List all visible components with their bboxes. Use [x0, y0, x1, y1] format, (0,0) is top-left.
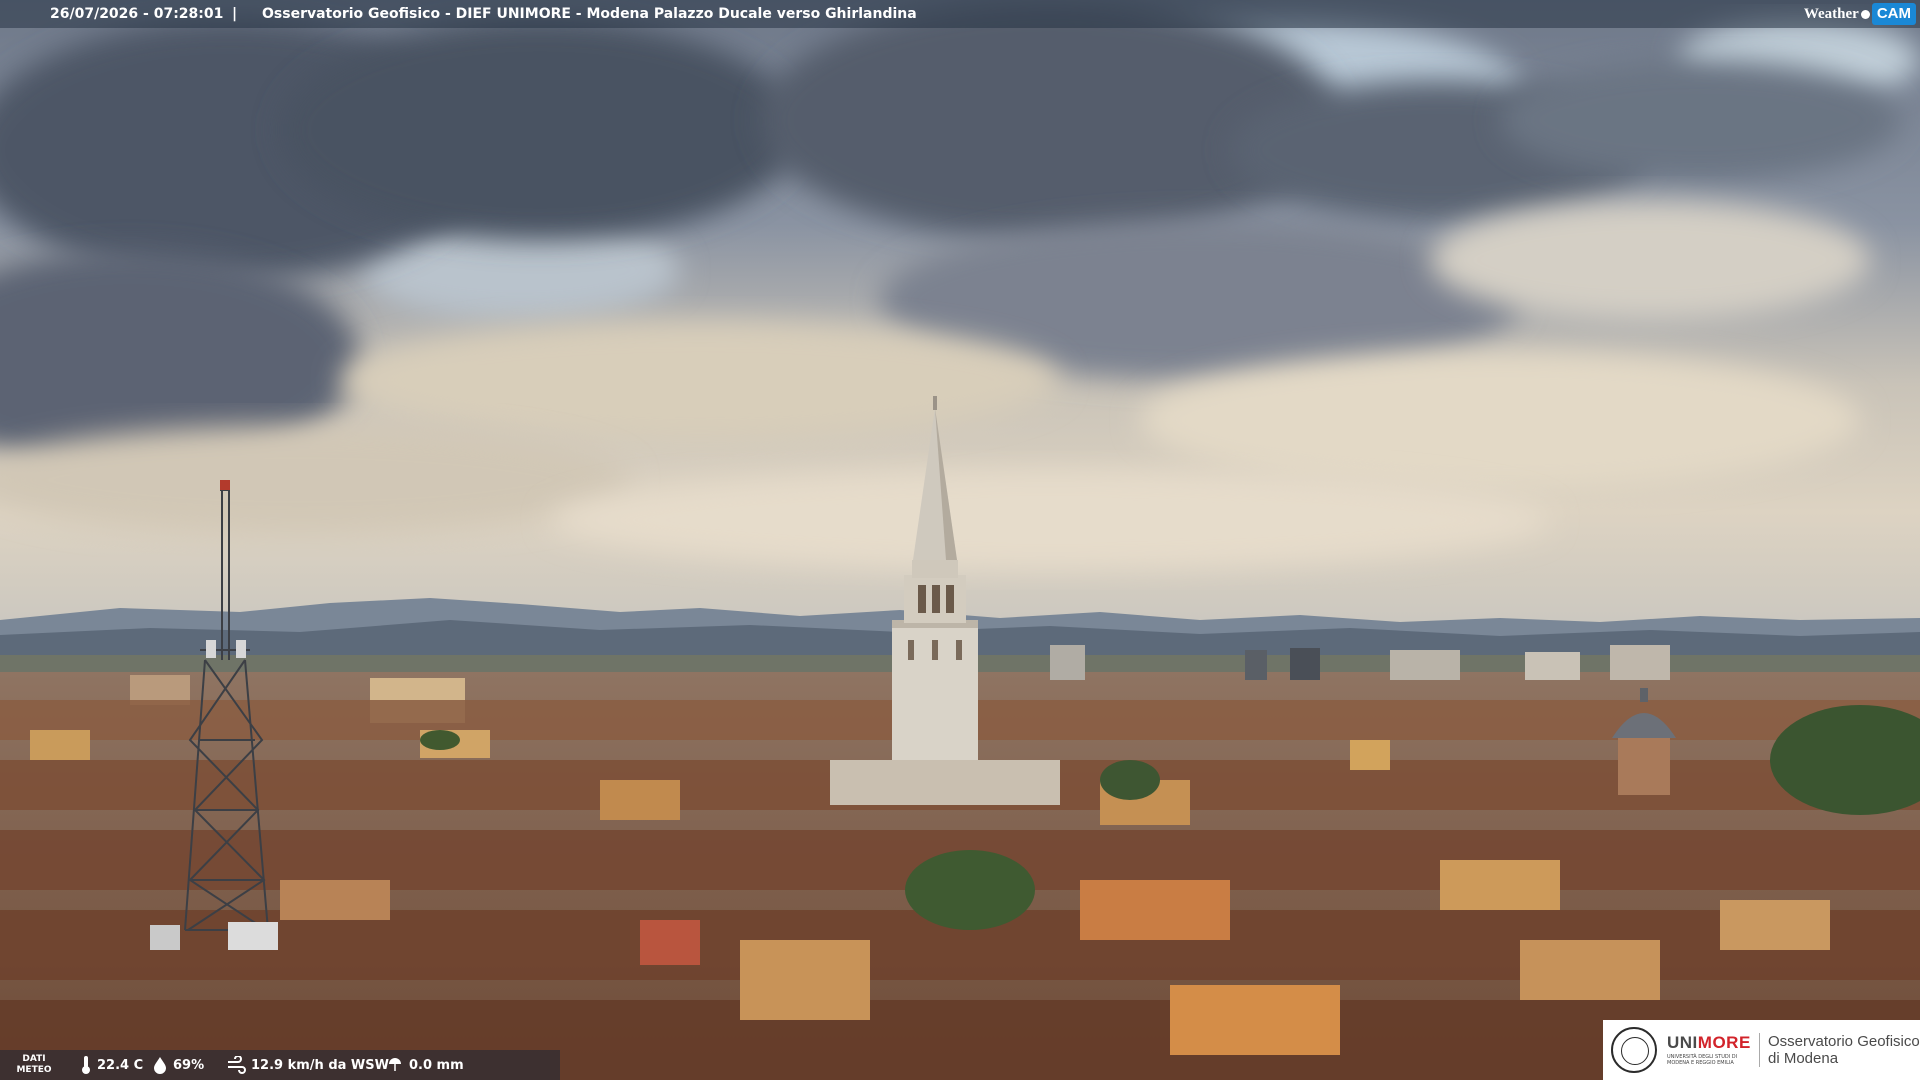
clouds — [0, 0, 1900, 570]
weather-data-label: DATI METEO — [10, 1054, 58, 1076]
unimore-logo-panel: UNIMORE UNIVERSITÀ DEGLI STUDI DI MODENA… — [1603, 1020, 1920, 1080]
unimore-wordmark: UNIMORE UNIVERSITÀ DEGLI STUDI DI MODENA… — [1667, 1034, 1753, 1067]
temperature-value: 22.4 C — [97, 1057, 144, 1073]
wind-icon — [228, 1056, 246, 1074]
wind-reading: 12.9 km/h da WSW — [226, 1050, 389, 1080]
observatory-name: Osservatorio Geofisico di Modena — [1759, 1033, 1920, 1067]
wind-value: 12.9 km/h da WSW — [251, 1057, 389, 1073]
observatory-name-line1: Osservatorio Geofisico — [1768, 1033, 1920, 1050]
unimore-subtitle-line2: MODENA E REGGIO EMILIA — [1667, 1060, 1734, 1066]
weathercam-dot-icon — [1860, 9, 1870, 19]
unimore-name: UNIMORE — [1667, 1034, 1753, 1052]
banner-separator: | — [232, 6, 238, 22]
unimore-name-part1: UNI — [1667, 1033, 1698, 1052]
weather-data-bar: DATI METEO 22.4 C 69% 12.9 km/h da WSW 0… — [0, 1050, 560, 1080]
webcam-scene — [0, 0, 1920, 1080]
camera-info-banner: 26/07/2026 - 07:28:01 | Osservatorio Geo… — [0, 0, 1920, 28]
thermometer-icon — [82, 1056, 90, 1074]
observatory-name-line2: di Modena — [1768, 1050, 1839, 1067]
weather-data-label-line1: DATI — [22, 1054, 46, 1064]
rain-value: 0.0 mm — [409, 1057, 464, 1073]
temperature-reading: 22.4 C — [80, 1050, 143, 1080]
weather-data-label-line2: METEO — [16, 1065, 52, 1075]
humidity-reading: 69% — [152, 1050, 204, 1080]
rain-reading: 0.0 mm — [386, 1050, 464, 1080]
unimore-name-part2: MORE — [1697, 1033, 1751, 1052]
seal-inner-ring — [1621, 1037, 1649, 1065]
camera-caption: Osservatorio Geofisico - DIEF UNIMORE - … — [262, 6, 917, 22]
weathercam-badge: CAM — [1871, 3, 1916, 25]
humidity-value: 69% — [173, 1057, 205, 1073]
rain-icon — [389, 1058, 401, 1071]
university-seal-icon — [1611, 1027, 1657, 1073]
unimore-subtitle: UNIVERSITÀ DEGLI STUDI DI MODENA E REGGI… — [1667, 1054, 1753, 1066]
weathercam-logo: Weather CAM — [1804, 2, 1916, 26]
weathercam-brand-text: Weather — [1803, 6, 1859, 22]
timestamp: 26/07/2026 - 07:28:01 — [50, 6, 224, 22]
humidity-drop-icon — [154, 1057, 166, 1074]
